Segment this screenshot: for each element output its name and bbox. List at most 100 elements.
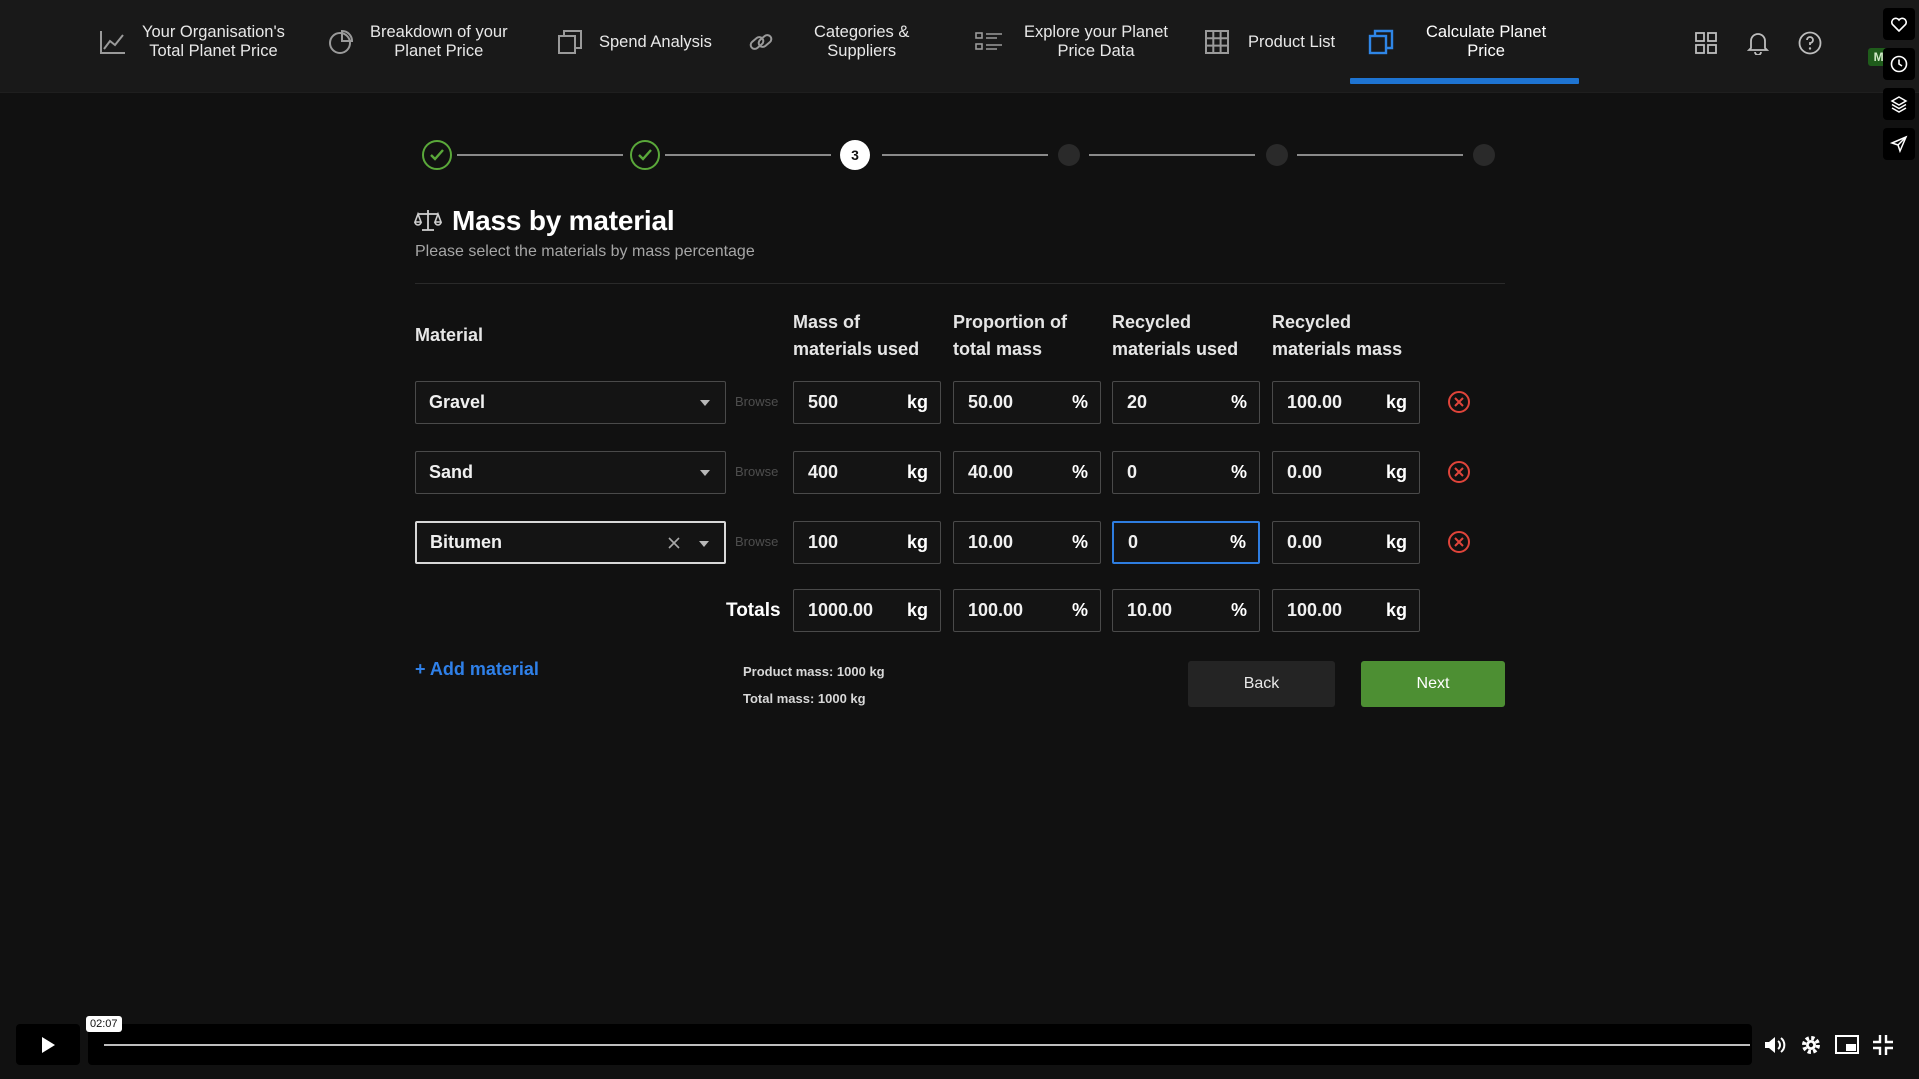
nav-item-label: Product List <box>1248 32 1336 51</box>
active-tab-indicator <box>1350 78 1579 84</box>
mass-value: 100 <box>808 532 839 552</box>
progress-track[interactable] <box>104 1044 1750 1046</box>
fullscreen-exit-icon[interactable] <box>1870 1032 1896 1058</box>
page-subtitle: Please select the materials by mass perc… <box>415 243 755 260</box>
recycled-mass-input[interactable]: 0.00 kg <box>1272 451 1420 494</box>
browse-link[interactable]: Browse <box>735 464 778 479</box>
total-recycled-used-value: 10.00 <box>1127 600 1173 620</box>
recycled-used-value: 0 <box>1127 462 1138 482</box>
unit-label: kg <box>1385 600 1407 620</box>
material-select-value: Sand <box>429 462 474 482</box>
mass-input[interactable]: 100 kg <box>793 521 941 564</box>
total-recycled-used-field: 10.00 % <box>1112 589 1260 632</box>
pip-icon[interactable] <box>1834 1032 1860 1058</box>
proportion-input[interactable]: 10.00 % <box>953 521 1101 564</box>
recycled-mass-value: 0.00 <box>1287 462 1323 482</box>
copy-icon <box>555 27 585 57</box>
step-6-pending <box>1473 144 1495 166</box>
recycled-used-input[interactable]: 0 % <box>1112 521 1260 564</box>
total-recycled-mass-value: 100.00 <box>1287 600 1343 620</box>
chevron-down-icon[interactable] <box>699 541 709 547</box>
column-header-recycled-used: Recycled materials used <box>1112 312 1239 359</box>
chevron-down-icon[interactable] <box>700 470 710 476</box>
clock-icon[interactable] <box>1883 48 1915 80</box>
nav-item-label: Your Organisation's Total Planet Price <box>142 23 285 60</box>
next-button[interactable]: Next <box>1361 661 1505 707</box>
play-icon <box>42 1036 55 1053</box>
section-header: Mass by material <box>413 205 675 237</box>
mass-input[interactable]: 400 kg <box>793 451 941 494</box>
material-select[interactable]: Sand <box>415 451 726 494</box>
nav-item-categories-suppliers[interactable]: Categories & Suppliers <box>746 0 909 84</box>
video-side-actions <box>1879 8 1919 168</box>
totals-label: Totals <box>726 600 781 621</box>
column-header-proportion: Proportion of total mass <box>953 312 1067 359</box>
unit-label: kg <box>906 600 928 620</box>
unit-label: % <box>1071 392 1088 412</box>
browse-link[interactable]: Browse <box>735 534 778 549</box>
proportion-value: 10.00 <box>968 532 1014 552</box>
nav-item-calculate-planet-price[interactable]: Calculate Planet Price <box>1366 0 1546 84</box>
recycled-used-input[interactable]: 0 % <box>1112 451 1260 494</box>
total-recycled-mass-field: 100.00 kg <box>1272 589 1420 632</box>
remove-circle-icon <box>1448 461 1470 483</box>
unit-label: % <box>1071 600 1088 620</box>
proportion-input[interactable]: 50.00 % <box>953 381 1101 424</box>
unit-label: kg <box>906 462 928 482</box>
mass-input[interactable]: 500 kg <box>793 381 941 424</box>
unit-label: % <box>1071 532 1088 552</box>
unit-label: % <box>1230 462 1247 482</box>
pie-chart-icon <box>326 27 356 57</box>
nav-item-spend-analysis[interactable]: Spend Analysis <box>555 0 712 84</box>
browse-link[interactable]: Browse <box>735 394 778 409</box>
check-icon <box>430 149 444 161</box>
video-progress-bar[interactable] <box>88 1024 1752 1065</box>
unit-label: % <box>1230 392 1247 412</box>
unit-label: kg <box>1385 462 1407 482</box>
chevron-down-icon[interactable] <box>700 400 710 406</box>
line-chart-icon <box>98 27 128 57</box>
progress-stepper: 3 <box>415 140 1495 170</box>
total-proportion-value: 100.00 <box>968 600 1024 620</box>
layers-icon[interactable] <box>1883 88 1915 120</box>
close-icon[interactable] <box>664 533 684 553</box>
recycled-mass-input[interactable]: 100.00 kg <box>1272 381 1420 424</box>
remove-row-button[interactable] <box>1446 389 1472 415</box>
send-icon[interactable] <box>1883 128 1915 160</box>
recycled-used-input[interactable]: 20 % <box>1112 381 1260 424</box>
heart-icon[interactable] <box>1883 8 1915 40</box>
nav-item-total-planet-price[interactable]: Your Organisation's Total Planet Price <box>98 0 285 84</box>
settings-icon[interactable] <box>1798 1032 1824 1058</box>
material-select[interactable]: Bitumen <box>415 521 726 564</box>
check-icon <box>638 149 652 161</box>
nav-item-product-list[interactable]: Product List <box>1202 0 1335 84</box>
add-material-button[interactable]: + Add material <box>415 659 539 680</box>
remove-row-button[interactable] <box>1446 459 1472 485</box>
play-button[interactable] <box>16 1024 80 1065</box>
remove-row-button[interactable] <box>1446 529 1472 555</box>
bell-icon[interactable] <box>1744 29 1772 57</box>
recycled-used-value: 20 <box>1127 392 1148 412</box>
material-select-value: Bitumen <box>430 532 502 552</box>
unit-label: % <box>1071 462 1088 482</box>
proportion-input[interactable]: 40.00 % <box>953 451 1101 494</box>
page-title: Mass by material <box>452 205 675 236</box>
nav-item-breakdown[interactable]: Breakdown of your Planet Price <box>326 0 508 84</box>
volume-icon[interactable] <box>1762 1032 1788 1058</box>
step-1-complete[interactable] <box>422 140 452 170</box>
list-icon <box>974 27 1004 57</box>
material-select[interactable]: Gravel <box>415 381 726 424</box>
step-2-complete[interactable] <box>630 140 660 170</box>
product-mass-text: Product mass: 1000 kg <box>743 664 885 679</box>
back-button[interactable]: Back <box>1188 661 1335 707</box>
recycled-mass-value: 100.00 <box>1287 392 1343 412</box>
apps-icon[interactable] <box>1692 29 1720 57</box>
total-mass-text: Total mass: 1000 kg <box>743 691 866 706</box>
unit-label: kg <box>1385 532 1407 552</box>
column-header-material: Material <box>415 325 484 345</box>
remove-circle-icon <box>1448 391 1470 413</box>
help-icon[interactable] <box>1796 29 1824 57</box>
total-proportion-field: 100.00 % <box>953 589 1101 632</box>
nav-item-explore-data[interactable]: Explore your Planet Price Data <box>974 0 1168 84</box>
recycled-mass-input[interactable]: 0.00 kg <box>1272 521 1420 564</box>
